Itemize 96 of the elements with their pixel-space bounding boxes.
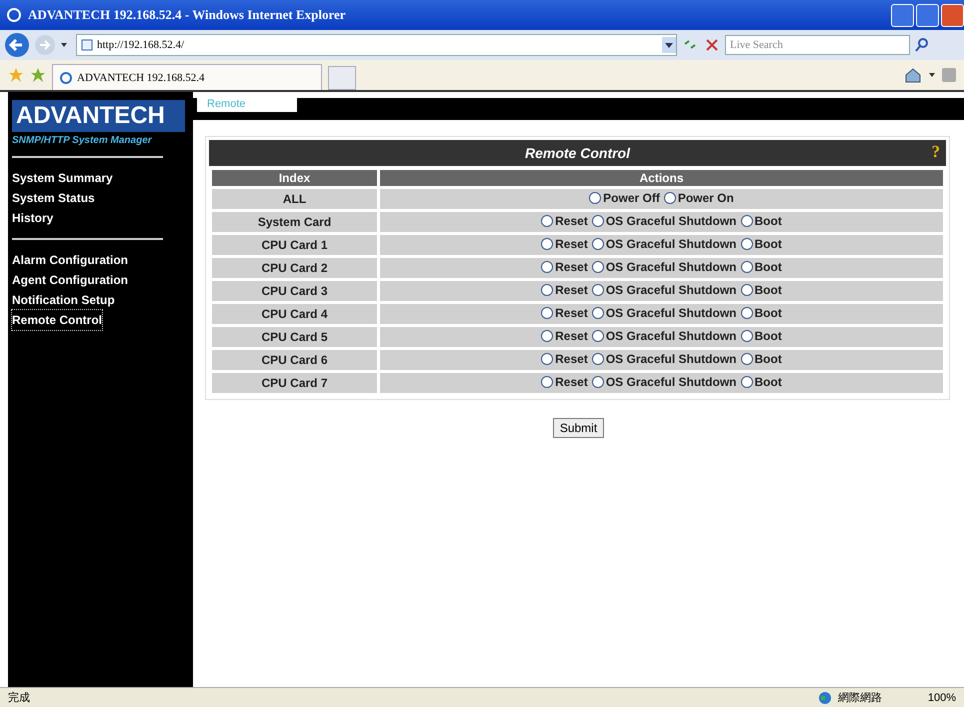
browser-logo-icon xyxy=(6,7,22,23)
radio-button[interactable] xyxy=(740,284,753,296)
close-button[interactable] xyxy=(941,4,964,26)
star-icon[interactable] xyxy=(8,67,24,83)
radio-button[interactable] xyxy=(541,376,554,388)
radio-button[interactable] xyxy=(740,376,753,388)
nav-link[interactable]: Notification Setup xyxy=(12,290,115,310)
radio-option[interactable]: Reset xyxy=(541,375,588,389)
radio-button[interactable] xyxy=(541,353,554,365)
table-cell: System Card xyxy=(212,212,377,232)
radio-button[interactable] xyxy=(589,192,602,204)
radio-option[interactable]: OS Graceful Shutdown xyxy=(592,237,737,251)
nav-link[interactable]: Agent Configuration xyxy=(12,270,128,290)
radio-option[interactable]: Boot xyxy=(740,306,782,320)
radio-option[interactable]: OS Graceful Shutdown xyxy=(592,352,737,366)
radio-button[interactable] xyxy=(592,261,604,273)
table-cell: CPU Card 2 xyxy=(212,258,377,278)
restore-button[interactable] xyxy=(916,4,939,26)
radio-button[interactable] xyxy=(740,307,753,319)
zoom-level[interactable]: 100% xyxy=(928,692,956,704)
radio-button[interactable] xyxy=(740,238,753,250)
panel-title: Remote Control xyxy=(525,145,630,161)
radio-button[interactable] xyxy=(541,215,554,227)
minimize-button[interactable] xyxy=(891,4,914,26)
dropdown-icon[interactable] xyxy=(662,37,676,53)
radio-button[interactable] xyxy=(592,215,604,227)
nav-link[interactable]: Alarm Configuration xyxy=(12,250,128,270)
radio-option[interactable]: Boot xyxy=(740,237,782,251)
radio-button[interactable] xyxy=(592,376,604,388)
home-icon[interactable] xyxy=(904,67,922,83)
radio-option[interactable]: Boot xyxy=(740,329,782,343)
nav-link[interactable]: System Summary xyxy=(12,168,113,188)
radio-option[interactable]: Boot xyxy=(740,352,782,366)
browser-tab[interactable]: ADVANTECH 192.168.52.4 xyxy=(52,64,322,90)
radio-option[interactable]: Reset xyxy=(541,306,588,320)
radio-option[interactable]: Power Off xyxy=(589,191,660,205)
radio-button[interactable] xyxy=(740,215,753,227)
radio-option[interactable]: Reset xyxy=(541,352,588,366)
radio-option[interactable]: OS Graceful Shutdown xyxy=(592,214,737,228)
radio-button[interactable] xyxy=(541,261,554,273)
submit-button[interactable]: Submit xyxy=(552,418,604,438)
radio-button[interactable] xyxy=(592,238,604,250)
search-field[interactable]: Live Search xyxy=(725,35,910,55)
table-cell: ALL xyxy=(212,189,377,209)
logo-subtitle: SNMP/HTTP System Manager xyxy=(12,135,153,146)
radio-button[interactable] xyxy=(592,284,604,296)
dropdown-icon[interactable] xyxy=(928,71,936,79)
radio-button[interactable] xyxy=(740,261,753,273)
radio-button[interactable] xyxy=(740,330,753,342)
dropdown-icon[interactable] xyxy=(60,41,68,49)
radio-option[interactable]: Reset xyxy=(541,283,588,297)
radio-button[interactable] xyxy=(740,353,753,365)
table-cell: CPU Card 6 xyxy=(212,350,377,370)
back-icon[interactable] xyxy=(4,32,30,58)
radio-option[interactable]: Reset xyxy=(541,260,588,274)
logo: ADVANTECH xyxy=(12,100,185,132)
radio-option[interactable]: OS Graceful Shutdown xyxy=(592,260,737,274)
column-header: Actions xyxy=(380,170,943,186)
radio-option[interactable]: Reset xyxy=(541,214,588,228)
radio-option[interactable]: OS Graceful Shutdown xyxy=(592,329,737,343)
radio-button[interactable] xyxy=(541,307,554,319)
window-title: ADVANTECH 192.168.52.4 - Windows Internet Explorer xyxy=(28,7,346,23)
search-icon[interactable] xyxy=(914,37,930,53)
radio-option[interactable]: Reset xyxy=(541,237,588,251)
nav-link[interactable]: Remote Control xyxy=(12,310,102,330)
radio-button[interactable] xyxy=(592,307,604,319)
radio-option[interactable]: Power On xyxy=(664,191,734,205)
radio-button[interactable] xyxy=(592,330,604,342)
radio-button[interactable] xyxy=(592,353,604,365)
radio-option[interactable]: OS Graceful Shutdown xyxy=(592,375,737,389)
browser-logo-icon xyxy=(59,70,73,84)
nav-link[interactable]: History xyxy=(12,208,54,228)
globe-icon xyxy=(818,690,832,704)
table-cell: CPU Card 1 xyxy=(212,235,377,255)
radio-button[interactable] xyxy=(664,192,676,204)
radio-option[interactable]: Boot xyxy=(740,214,782,228)
radio-button[interactable] xyxy=(541,284,554,296)
table-cell: CPU Card 7 xyxy=(212,373,377,393)
radio-option[interactable]: Boot xyxy=(740,283,782,297)
table-cell: CPU Card 4 xyxy=(212,304,377,324)
page-icon xyxy=(81,39,93,51)
address-field[interactable]: http://192.168.52.4/ xyxy=(76,34,677,56)
table-cell: CPU Card 3 xyxy=(212,281,377,301)
zone-text: 網際網路 xyxy=(838,690,882,705)
radio-option[interactable]: OS Graceful Shutdown xyxy=(592,283,737,297)
nav-link[interactable]: System Status xyxy=(12,188,95,208)
radio-button[interactable] xyxy=(541,330,554,342)
radio-button[interactable] xyxy=(541,238,554,250)
radio-option[interactable]: Boot xyxy=(740,375,782,389)
status-text: 完成 xyxy=(8,690,30,705)
help-icon[interactable]: ? xyxy=(932,142,940,162)
radio-option[interactable]: OS Graceful Shutdown xyxy=(592,306,737,320)
column-header: Index xyxy=(212,170,377,186)
radio-option[interactable]: Reset xyxy=(541,329,588,343)
table-cell: CPU Card 5 xyxy=(212,327,377,347)
radio-option[interactable]: Boot xyxy=(740,260,782,274)
